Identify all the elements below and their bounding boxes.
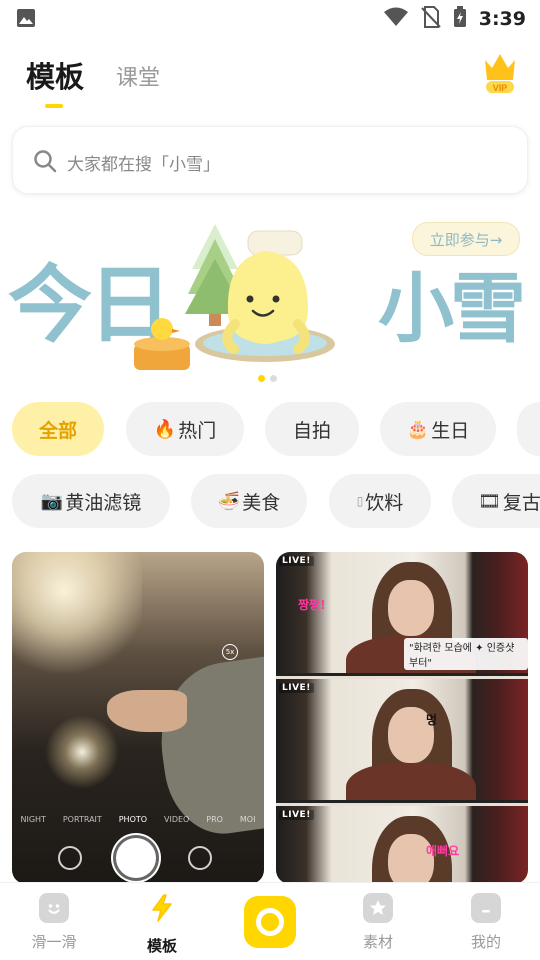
category-label: 饮料	[365, 491, 404, 514]
gallery-thumb-icon	[58, 846, 82, 870]
status-time: 3:39	[478, 8, 526, 30]
nav-label: 我的	[470, 933, 501, 951]
camera-mode: VIDEO	[164, 815, 190, 824]
noodle-bowl-icon: 🍜	[217, 490, 241, 512]
category-birthday[interactable]: 🎂 生日	[380, 402, 496, 456]
lightning-icon	[147, 893, 177, 927]
join-now-button[interactable]: 立即参与→	[412, 222, 520, 256]
category-label: 热门	[178, 419, 217, 442]
sunlight-glare	[12, 552, 142, 682]
nav-swipe[interactable]: 滑一滑	[14, 893, 94, 952]
coat-image	[346, 763, 476, 800]
category-retro[interactable]: 🎞 复古	[452, 474, 540, 528]
promo-banner[interactable]: 今日 小雪 立即参与→	[0, 205, 540, 390]
sticker-text: 애뻐요	[426, 844, 460, 858]
vip-crown-icon[interactable]: VIP	[482, 50, 518, 94]
vip-label: VIP	[493, 83, 508, 93]
image-icon	[16, 8, 36, 32]
cake-icon: 🎂	[406, 418, 430, 440]
status-bar: 3:39	[0, 0, 540, 36]
live-frame: LIVE! 짱짱! "화려한 모습에 ✦ 인증샷부터"	[276, 552, 528, 676]
template-card-camera[interactable]: 5x NIGHT PORTRAIT PHOTO VIDEO PRO MOI	[12, 552, 264, 884]
nav-label: 素材	[362, 933, 393, 951]
category-label: 自拍	[292, 419, 331, 442]
banner-dot	[270, 375, 277, 382]
camera-mode: PRO	[206, 815, 223, 824]
missing-glyph-icon: ▯	[356, 494, 364, 508]
film-icon: 🎞	[478, 490, 501, 512]
search-input[interactable]: 大家都在搜「小雪」	[12, 126, 528, 194]
category-label: 美食	[242, 491, 281, 514]
sticker-text: 멍	[426, 713, 438, 727]
category-selfie[interactable]: 自拍	[265, 402, 359, 456]
no-sim-icon	[421, 6, 441, 32]
battery-charging-icon	[453, 6, 467, 32]
bottom-nav: 滑一滑 模板 素材 我的	[0, 882, 540, 960]
live-badge: LIVE!	[279, 810, 314, 820]
shutter-icon	[116, 838, 156, 878]
tab-classroom[interactable]: 课堂	[116, 60, 160, 92]
camera-mode-selected: PHOTO	[118, 815, 148, 824]
banner-dot-active	[258, 375, 265, 382]
zoom-badge: 5x	[222, 644, 238, 660]
profile-icon	[471, 893, 501, 923]
live-frame: LIVE! 애뻐요	[276, 806, 528, 884]
caption-text: "화려한 모습에 ✦ 인증샷부터"	[404, 638, 528, 670]
star-icon	[363, 893, 393, 923]
sleeve-image	[150, 653, 264, 841]
search-placeholder: 大家都在搜「小雪」	[67, 155, 220, 175]
category-drinks[interactable]: ▯ 饮料	[329, 474, 431, 528]
live-badge: LIVE!	[279, 556, 314, 566]
face-image	[388, 580, 434, 636]
camera-ring-icon[interactable]	[244, 896, 296, 948]
category-label: 复古	[502, 491, 540, 514]
live-badge: LIVE!	[279, 683, 314, 693]
category-more[interactable]	[517, 402, 540, 456]
category-label: 生日	[431, 419, 470, 442]
nav-label: 滑一滑	[31, 933, 77, 951]
nav-templates[interactable]: 模板	[122, 893, 202, 956]
smile-icon	[39, 893, 69, 923]
template-card-live[interactable]: LIVE! 짱짱! "화려한 모습에 ✦ 인증샷부터" LIVE! 멍 LIVE…	[276, 552, 528, 884]
nav-materials[interactable]: 素材	[338, 893, 418, 952]
banner-illustration	[134, 224, 335, 370]
wifi-icon	[383, 7, 409, 31]
tab-indicator	[45, 104, 63, 108]
top-tabs: 模板 课堂 VIP	[0, 48, 540, 112]
camera-mode: PORTRAIT	[62, 815, 102, 824]
sticker-text: 짱짱!	[298, 598, 326, 612]
tab-templates[interactable]: 模板	[26, 54, 84, 96]
nav-profile[interactable]: 我的	[446, 893, 526, 952]
flip-camera-icon	[188, 846, 212, 870]
camera-modes: NIGHT PORTRAIT PHOTO VIDEO PRO MOI	[12, 815, 264, 824]
live-frame: LIVE! 멍	[276, 679, 528, 803]
category-food[interactable]: 🍜 美食	[191, 474, 307, 528]
nav-label: 模板	[146, 937, 177, 955]
category-all[interactable]: 全部	[12, 402, 104, 456]
fire-icon: 🔥	[153, 418, 177, 440]
search-icon	[33, 149, 57, 177]
category-hot[interactable]: 🔥 热门	[126, 402, 244, 456]
banner-pagination	[258, 375, 277, 382]
water-sparkle	[42, 712, 122, 792]
hand-image	[107, 690, 187, 732]
camera-icon: 📷	[40, 490, 64, 512]
camera-ring	[256, 908, 284, 936]
camera-mode: NIGHT	[20, 815, 46, 824]
category-label: 黄油滤镜	[65, 491, 142, 514]
camera-mode: MOI	[239, 815, 256, 824]
category-label: 全部	[38, 419, 77, 442]
category-butter-filter[interactable]: 📷 黄油滤镜	[12, 474, 170, 528]
